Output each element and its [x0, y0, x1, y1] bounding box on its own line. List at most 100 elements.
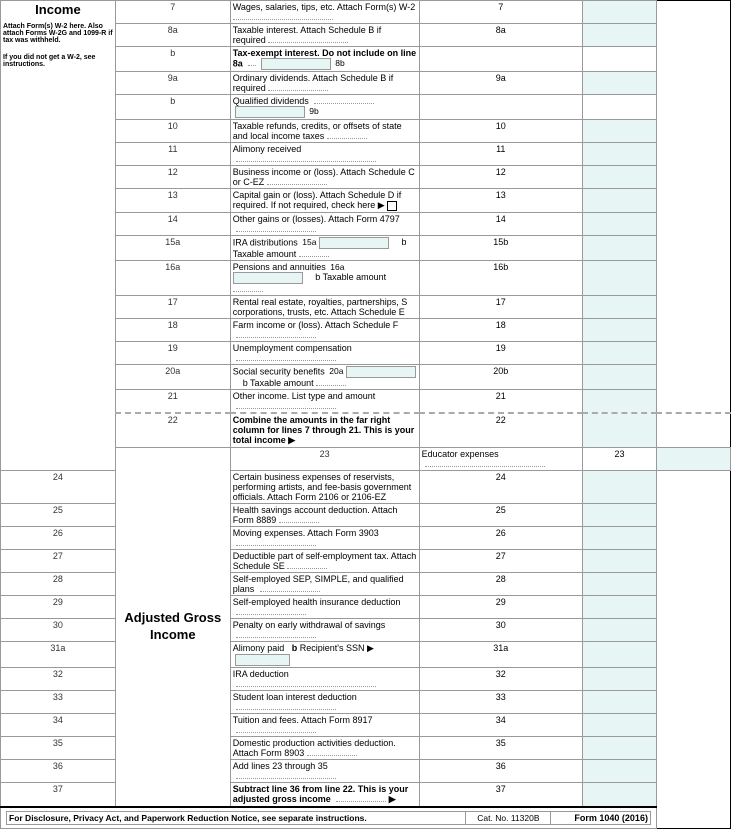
line-9b-desc: Qualified dividends 9b: [230, 95, 419, 120]
line-24-value[interactable]: [582, 471, 656, 504]
line-21-num: 21: [115, 390, 230, 414]
line-20-desc: Social security benefits 20a b Taxable a…: [230, 365, 419, 390]
line-9a-ref: 9a: [419, 72, 582, 95]
line-37-desc: Subtract line 36 from line 22. This is y…: [230, 783, 419, 808]
line-10-value[interactable]: [582, 120, 656, 143]
line-26-value[interactable]: [582, 527, 656, 550]
line-37-ref: 37: [419, 783, 582, 808]
line-12-value[interactable]: [582, 166, 656, 189]
line-29-ref: 29: [419, 596, 582, 619]
line-31a-value[interactable]: [582, 642, 656, 668]
line-34-value[interactable]: [582, 714, 656, 737]
line-20b-value[interactable]: [582, 365, 656, 390]
line-21-value[interactable]: [582, 390, 656, 414]
line-28-value[interactable]: [582, 573, 656, 596]
line-20a-num: 20a: [115, 365, 230, 390]
line-8b-ref: [419, 47, 582, 72]
line-26-desc: Moving expenses. Attach Form 3903: [230, 527, 419, 550]
line-27-value[interactable]: [582, 550, 656, 573]
line-24-ref: 24: [419, 471, 582, 504]
line-25-value[interactable]: [582, 504, 656, 527]
line-18-num: 18: [115, 319, 230, 342]
line-24-desc: Certain business expenses of reservists,…: [230, 471, 419, 504]
line-8a-value[interactable]: [582, 24, 656, 47]
line-21-desc: Other income. List type and amount: [230, 390, 419, 414]
income-header-row: Income Attach Form(s) W-2 here. Also att…: [1, 1, 731, 24]
line-25-row: 25 Health savings account deduction. Att…: [1, 504, 731, 527]
line-32-ref: 32: [419, 668, 582, 691]
line-36-value[interactable]: [582, 760, 656, 783]
line-30-row: 30 Penalty on early withdrawal of saving…: [1, 619, 731, 642]
line-35-row: 35 Domestic production activities deduct…: [1, 737, 731, 760]
line-16b-value[interactable]: [582, 261, 656, 296]
line-27-ref: 27: [419, 550, 582, 573]
line-20b-ref: 20b: [419, 365, 582, 390]
line-36-desc: Add lines 23 through 35: [230, 760, 419, 783]
line-29-row: 29 Self-employed health insurance deduct…: [1, 596, 731, 619]
line-22-ref: 22: [419, 413, 582, 448]
line-19-value[interactable]: [582, 342, 656, 365]
income-section-label: Income Attach Form(s) W-2 here. Also att…: [1, 1, 116, 471]
line-11-ref: 11: [419, 143, 582, 166]
line-13-value[interactable]: [582, 189, 656, 213]
line-17-value[interactable]: [582, 296, 656, 319]
line-37-row: 37 Subtract line 36 from line 22. This i…: [1, 783, 731, 808]
line-36-ref: 36: [419, 760, 582, 783]
line-34-desc: Tuition and fees. Attach Form 8917: [230, 714, 419, 737]
line-27-desc: Deductible part of self-employment tax. …: [230, 550, 419, 573]
line-9b-value: [582, 95, 656, 120]
line-26-num: 26: [1, 527, 116, 550]
line-14-desc: Other gains or (losses). Attach Form 479…: [230, 213, 419, 236]
line-15b-value[interactable]: [582, 236, 656, 261]
agi-section-label: Adjusted Gross Income: [115, 448, 230, 808]
line-22-value[interactable]: [582, 413, 656, 448]
line-12-desc: Business income or (loss). Attach Schedu…: [230, 166, 419, 189]
line-7-value[interactable]: [582, 1, 656, 24]
line-8a-ref: 8a: [419, 24, 582, 47]
line-23-ref: 23: [582, 448, 656, 471]
line-8a-desc: Taxable interest. Attach Schedule B if r…: [230, 24, 419, 47]
line-37-value[interactable]: [582, 783, 656, 808]
line-9a-value[interactable]: [582, 72, 656, 95]
line-29-desc: Self-employed health insurance deduction: [230, 596, 419, 619]
line-19-ref: 19: [419, 342, 582, 365]
line-32-value[interactable]: [582, 668, 656, 691]
w2-note: If you did not get a W-2, see instructio…: [3, 54, 113, 68]
line-30-value[interactable]: [582, 619, 656, 642]
line-30-ref: 30: [419, 619, 582, 642]
line-32-num: 32: [1, 668, 116, 691]
line-11-desc: Alimony received: [230, 143, 419, 166]
line-16a-num: 16a: [115, 261, 230, 296]
line-31a-num: 31a: [1, 642, 116, 668]
line-18-desc: Farm income or (loss). Attach Schedule F: [230, 319, 419, 342]
line-13-checkbox[interactable]: [387, 201, 397, 211]
line-35-desc: Domestic production activities deduction…: [230, 737, 419, 760]
line-8b-desc: Tax-exempt interest. Do not include on l…: [230, 47, 419, 72]
line-33-value[interactable]: [582, 691, 656, 714]
line-28-desc: Self-employed SEP, SIMPLE, and qualified…: [230, 573, 419, 596]
line-28-row: 28 Self-employed SEP, SIMPLE, and qualif…: [1, 573, 731, 596]
line-10-num: 10: [115, 120, 230, 143]
line-33-num: 33: [1, 691, 116, 714]
line-34-num: 34: [1, 714, 116, 737]
line-23-num: 23: [230, 448, 419, 471]
form-title: Form 1040 (2016): [551, 812, 650, 825]
attach-note: Attach Form(s) W-2 here. Also attach For…: [3, 23, 113, 44]
income-title: Income: [3, 2, 113, 17]
line-14-value[interactable]: [582, 213, 656, 236]
line-24-num: 24: [1, 471, 116, 504]
line-23-value[interactable]: [656, 448, 730, 471]
line-18-value[interactable]: [582, 319, 656, 342]
line-23-desc: Educator expenses: [419, 448, 582, 471]
line-29-value[interactable]: [582, 596, 656, 619]
line-24-row: 24 Certain business expenses of reservis…: [1, 471, 731, 504]
line-12-ref: 12: [419, 166, 582, 189]
line-36-num: 36: [1, 760, 116, 783]
line-15-desc: IRA distributions 15a b Taxable amount: [230, 236, 419, 261]
line-16b-ref: 16b: [419, 261, 582, 296]
line-35-value[interactable]: [582, 737, 656, 760]
line-18-ref: 18: [419, 319, 582, 342]
line-26-row: 26 Moving expenses. Attach Form 3903 26: [1, 527, 731, 550]
line-32-desc: IRA deduction: [230, 668, 419, 691]
line-11-value[interactable]: [582, 143, 656, 166]
